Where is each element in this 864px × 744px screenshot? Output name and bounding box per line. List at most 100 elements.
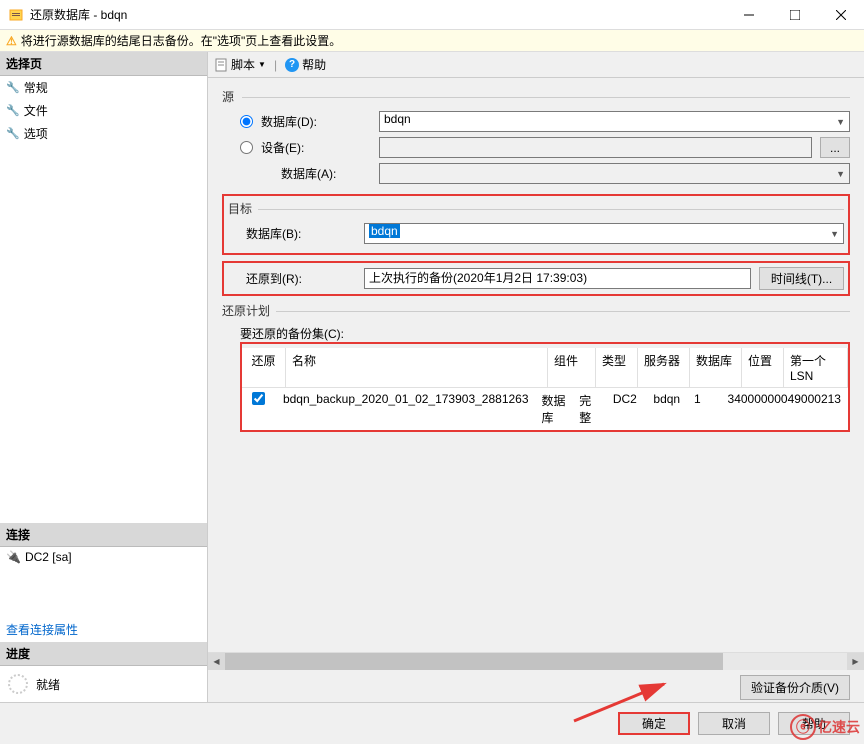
script-dropdown[interactable]: 脚本 ▼ (214, 56, 266, 73)
select-value: bdqn (384, 112, 411, 126)
spinner-icon (8, 674, 28, 694)
connection-value: 🔌 DC2 [sa] (0, 547, 207, 567)
table-row[interactable]: bdqn_backup_2020_01_02_173903_2881263 数据… (242, 388, 848, 430)
progress-header: 进度 (0, 642, 207, 666)
select-value: bdqn (369, 224, 400, 238)
backup-sets-table: 还原 名称 组件 类型 服务器 数据库 位置 第一个 LSN (242, 348, 848, 430)
help-button[interactable]: ? 帮助 (285, 56, 326, 73)
device-label: 设备(E): (261, 139, 371, 156)
source-db-a-select: ▼ (379, 163, 850, 184)
restore-to-highlight: 还原到(R): 上次执行的备份(2020年1月2日 17:39:03) 时间线(… (222, 261, 850, 296)
timeline-button[interactable]: 时间线(T)... (759, 267, 844, 290)
target-group: 目标 数据库(B): bdqn ▼ (228, 200, 844, 244)
warning-bar: ⚠ 将进行源数据库的结尾日志备份。在"选项"页上查看此设置。 (0, 30, 864, 52)
col-type[interactable]: 类型 (596, 348, 638, 387)
separator: | (274, 58, 277, 72)
scroll-thumb[interactable] (225, 653, 723, 670)
wrench-icon: 🔧 (6, 104, 20, 117)
close-icon (836, 10, 846, 20)
toolbar: 脚本 ▼ | ? 帮助 (208, 52, 864, 78)
cell-name: bdqn_backup_2020_01_02_173903_2881263 (277, 388, 536, 430)
cell-database: bdqn (647, 388, 688, 430)
help-button[interactable]: 帮助 (778, 712, 850, 735)
row-checkbox[interactable] (252, 392, 265, 405)
connection-section: 🔌 DC2 [sa] 查看连接属性 (0, 547, 207, 642)
browse-device-button[interactable]: ... (820, 137, 850, 158)
scroll-right-button[interactable]: ▶ (847, 653, 864, 670)
col-position[interactable]: 位置 (742, 348, 784, 387)
close-button[interactable] (818, 0, 864, 30)
source-legend: 源 (222, 90, 240, 104)
horizontal-scrollbar[interactable]: ◀ ▶ (208, 652, 864, 669)
progress-section: 就绪 (0, 666, 207, 702)
nav-label: 文件 (24, 102, 48, 119)
col-component[interactable]: 组件 (548, 348, 596, 387)
nav-label: 选项 (24, 125, 48, 142)
ready-text: 就绪 (36, 676, 60, 693)
server-icon: 🔌 (6, 550, 21, 564)
col-name[interactable]: 名称 (286, 348, 548, 387)
verify-row: 验证备份介质(V) (208, 669, 864, 702)
window-title: 还原数据库 - bdqn (30, 6, 726, 23)
minimize-icon (744, 10, 754, 20)
main-container: 选择页 🔧 常规 🔧 文件 🔧 选项 连接 🔌 DC2 [sa] (0, 52, 864, 702)
script-label: 脚本 (231, 56, 255, 73)
script-icon (214, 58, 228, 72)
maximize-button[interactable] (772, 0, 818, 30)
target-database-select[interactable]: bdqn ▼ (364, 223, 844, 244)
warning-icon: ⚠ (6, 34, 17, 48)
titlebar: 还原数据库 - bdqn (0, 0, 864, 30)
plan-group: 还原计划 要还原的备份集(C): 还原 名称 组件 类型 服务器 数据库 (222, 302, 850, 432)
database-a-label: 数据库(A): (261, 165, 371, 182)
restore-to-value: 上次执行的备份(2020年1月2日 17:39:03) (369, 271, 587, 285)
target-legend: 目标 (228, 202, 258, 216)
nav-list: 🔧 常规 🔧 文件 🔧 选项 (0, 76, 207, 145)
connection-header: 连接 (0, 523, 207, 547)
scroll-track[interactable] (225, 653, 847, 670)
source-database-select[interactable]: bdqn ▼ (379, 111, 850, 132)
help-icon: ? (285, 58, 299, 72)
cell-first-lsn: 34000000049000213 (722, 388, 848, 430)
database-radio[interactable] (240, 115, 253, 128)
scroll-left-button[interactable]: ◀ (208, 653, 225, 670)
col-database[interactable]: 数据库 (690, 348, 742, 387)
view-connection-link[interactable]: 查看连接属性 (6, 623, 78, 637)
wrench-icon: 🔧 (6, 81, 20, 94)
target-db-label: 数据库(B): (246, 225, 356, 242)
restore-to-input[interactable]: 上次执行的备份(2020年1月2日 17:39:03) (364, 268, 751, 289)
col-restore[interactable]: 还原 (242, 348, 286, 387)
warning-text: 将进行源数据库的结尾日志备份。在"选项"页上查看此设置。 (21, 32, 342, 49)
table-highlight: 还原 名称 组件 类型 服务器 数据库 位置 第一个 LSN (240, 342, 850, 432)
ok-button[interactable]: 确定 (618, 712, 690, 735)
connection-text: DC2 [sa] (25, 550, 72, 564)
col-first-lsn[interactable]: 第一个 LSN (784, 348, 848, 387)
content-area: 源 数据库(D): bdqn ▼ 设备(E): ... (208, 78, 864, 652)
chevron-down-icon: ▼ (830, 229, 839, 239)
backup-sets-label: 要还原的备份集(C): (240, 325, 850, 342)
device-radio[interactable] (240, 141, 253, 154)
app-icon (8, 7, 24, 23)
chevron-down-icon: ▼ (836, 117, 845, 127)
table-header: 还原 名称 组件 类型 服务器 数据库 位置 第一个 LSN (242, 348, 848, 388)
database-label: 数据库(D): (261, 113, 371, 130)
target-highlight: 目标 数据库(B): bdqn ▼ (222, 194, 850, 255)
cell-component: 数据库 (536, 388, 574, 430)
bottom-bar: 确定 取消 帮助 (0, 702, 864, 744)
cancel-button[interactable]: 取消 (698, 712, 770, 735)
dropdown-arrow-icon: ▼ (258, 60, 266, 69)
plan-legend: 还原计划 (222, 304, 276, 318)
cell-position: 1 (688, 388, 722, 430)
nav-general[interactable]: 🔧 常规 (0, 76, 207, 99)
restore-to-label: 还原到(R): (228, 270, 356, 287)
source-group: 源 数据库(D): bdqn ▼ 设备(E): ... (222, 88, 850, 184)
col-server[interactable]: 服务器 (638, 348, 690, 387)
nav-label: 常规 (24, 79, 48, 96)
right-panel: 脚本 ▼ | ? 帮助 源 数据库(D): bdqn ▼ (208, 52, 864, 702)
minimize-button[interactable] (726, 0, 772, 30)
left-panel: 选择页 🔧 常规 🔧 文件 🔧 选项 连接 🔌 DC2 [sa] (0, 52, 208, 702)
select-page-header: 选择页 (0, 52, 207, 76)
nav-options[interactable]: 🔧 选项 (0, 122, 207, 145)
help-label: 帮助 (302, 56, 326, 73)
nav-files[interactable]: 🔧 文件 (0, 99, 207, 122)
verify-media-button[interactable]: 验证备份介质(V) (740, 675, 850, 700)
